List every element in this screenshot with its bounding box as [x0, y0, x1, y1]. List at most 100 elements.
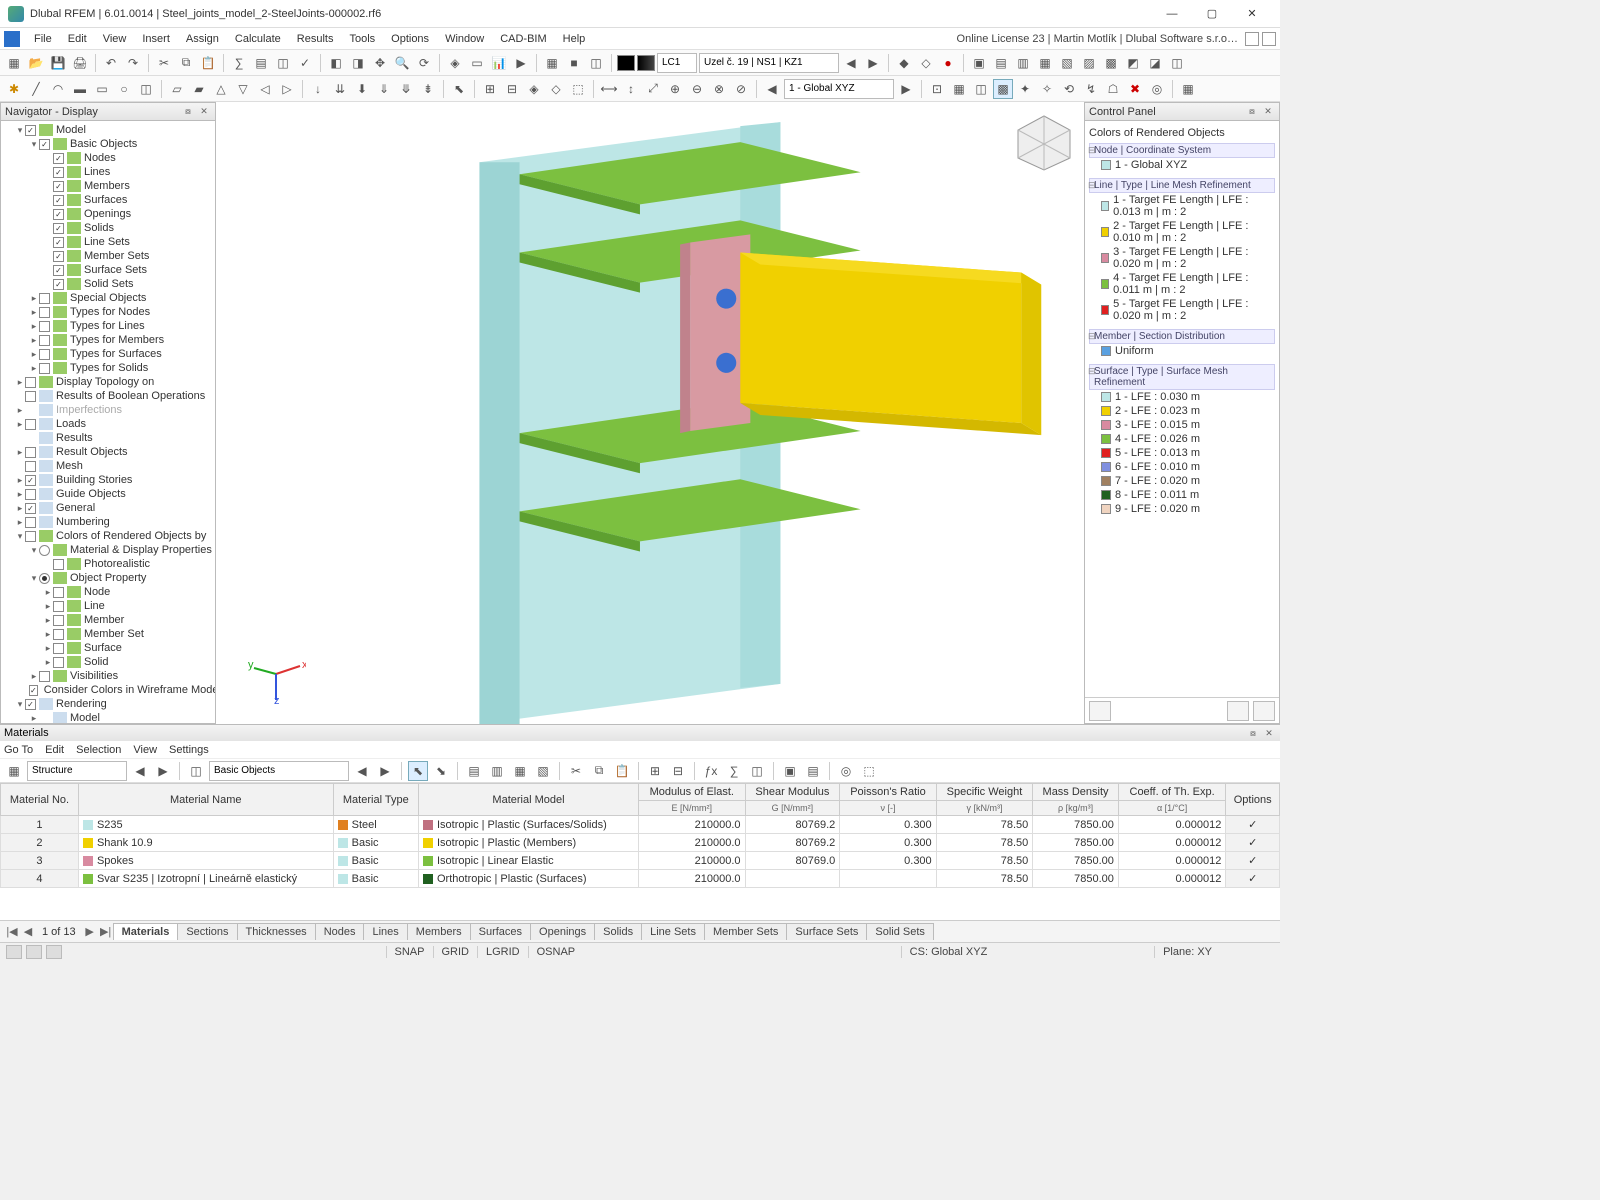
- t1b-icon[interactable]: ◇: [916, 53, 936, 73]
- coord-system-dropdown[interactable]: 1 - Global XYZ: [784, 79, 894, 99]
- mt-g-icon[interactable]: 📋: [612, 761, 632, 781]
- cs-next-icon[interactable]: ▶: [896, 79, 916, 99]
- delete-icon[interactable]: ✖: [1125, 79, 1145, 99]
- tree-node[interactable]: ▸Result Objects: [1, 445, 215, 459]
- menu-options[interactable]: Options: [383, 31, 437, 47]
- sb-eye-icon[interactable]: [26, 945, 42, 959]
- lgrid-toggle[interactable]: LGRID: [477, 946, 528, 958]
- tree-node[interactable]: Solids: [1, 221, 215, 235]
- e6-icon[interactable]: ✧: [1037, 79, 1057, 99]
- t1j-icon[interactable]: ▩: [1101, 53, 1121, 73]
- g5-icon[interactable]: ⬚: [568, 79, 588, 99]
- print-icon[interactable]: 🖨: [70, 53, 90, 73]
- tab-member-sets[interactable]: Member Sets: [704, 923, 787, 940]
- move-icon[interactable]: ✥: [370, 53, 390, 73]
- l2-icon[interactable]: ⇊: [330, 79, 350, 99]
- g2-icon[interactable]: ⊟: [502, 79, 522, 99]
- d4-icon[interactable]: ⊕: [665, 79, 685, 99]
- tree-node[interactable]: ▸Types for Solids: [1, 361, 215, 375]
- t1h-icon[interactable]: ▧: [1057, 53, 1077, 73]
- menu-insert[interactable]: Insert: [134, 31, 178, 47]
- mt-c-icon[interactable]: ▦: [510, 761, 530, 781]
- tree-node[interactable]: ▸Surface: [1, 641, 215, 655]
- node-tool-icon[interactable]: ✱: [4, 79, 24, 99]
- mt-j-icon[interactable]: ∑: [724, 761, 744, 781]
- tree-node[interactable]: Members: [1, 179, 215, 193]
- t1i-icon[interactable]: ▨: [1079, 53, 1099, 73]
- solid-icon[interactable]: ■: [564, 53, 584, 73]
- navigator-tree[interactable]: ▾Model▾Basic ObjectsNodesLinesMembersSur…: [1, 121, 215, 723]
- tree-node[interactable]: ▸Line: [1, 599, 215, 613]
- cp-group-header[interactable]: Member | Section Distribution: [1089, 329, 1275, 344]
- mt-a-icon[interactable]: ▤: [464, 761, 484, 781]
- tree-node[interactable]: ▸Member: [1, 613, 215, 627]
- tab-materials[interactable]: Materials: [113, 923, 179, 940]
- wf-icon[interactable]: ▦: [542, 53, 562, 73]
- e9-icon[interactable]: ☖: [1103, 79, 1123, 99]
- mat-menu-settings[interactable]: Settings: [169, 744, 209, 756]
- calc-icon[interactable]: ∑: [229, 53, 249, 73]
- d1-icon[interactable]: ⟷: [599, 79, 619, 99]
- line-tool-icon[interactable]: ╱: [26, 79, 46, 99]
- menu-assign[interactable]: Assign: [178, 31, 227, 47]
- g4-icon[interactable]: ◇: [546, 79, 566, 99]
- zoom-icon[interactable]: 🔍: [392, 53, 412, 73]
- mat-menu-view[interactable]: View: [133, 744, 157, 756]
- sel-tool-icon[interactable]: ⬉: [449, 79, 469, 99]
- mt-fx-icon[interactable]: ƒx: [701, 761, 721, 781]
- tree-node[interactable]: Mesh: [1, 459, 215, 473]
- tree-node[interactable]: ▾Basic Objects: [1, 137, 215, 151]
- table-icon[interactable]: ▤: [251, 53, 271, 73]
- t1f-icon[interactable]: ▥: [1013, 53, 1033, 73]
- d3-icon[interactable]: ⤢: [643, 79, 663, 99]
- tab-surface-sets[interactable]: Surface Sets: [786, 923, 867, 940]
- tree-node[interactable]: ▸Types for Nodes: [1, 305, 215, 319]
- navigator-pin-icon[interactable]: ⧇: [181, 105, 195, 119]
- tree-node[interactable]: ▸Node: [1, 585, 215, 599]
- tab-thicknesses[interactable]: Thicknesses: [237, 923, 316, 940]
- undo-icon[interactable]: ↶: [101, 53, 121, 73]
- arc-tool-icon[interactable]: ◠: [48, 79, 68, 99]
- results-icon[interactable]: 📊: [489, 53, 509, 73]
- animate-icon[interactable]: ▶: [511, 53, 531, 73]
- next-lc-icon[interactable]: ▶: [863, 53, 883, 73]
- e7-icon[interactable]: ⟲: [1059, 79, 1079, 99]
- tree-node[interactable]: Results: [1, 431, 215, 445]
- tree-node[interactable]: ▾Colors of Rendered Objects by: [1, 529, 215, 543]
- s2-icon[interactable]: ▰: [189, 79, 209, 99]
- cp-list-icon[interactable]: [1089, 701, 1111, 721]
- table-row[interactable]: 4 Svar S235 | Izotropní | Lineárně elast…: [1, 870, 1280, 888]
- e8-icon[interactable]: ↯: [1081, 79, 1101, 99]
- member-tool-icon[interactable]: ▬: [70, 79, 90, 99]
- mt-n2-icon[interactable]: ▶: [375, 761, 395, 781]
- e1-icon[interactable]: ⊡: [927, 79, 947, 99]
- tab-solid-sets[interactable]: Solid Sets: [866, 923, 934, 940]
- tree-node[interactable]: ▸Loads: [1, 417, 215, 431]
- color1-swatch[interactable]: [617, 55, 635, 71]
- tree-node[interactable]: Nodes: [1, 151, 215, 165]
- mat-menu-go-to[interactable]: Go To: [4, 744, 33, 756]
- objects-dropdown[interactable]: Basic Objects: [209, 761, 349, 781]
- s4-icon[interactable]: ▽: [233, 79, 253, 99]
- sb-cam-icon[interactable]: [46, 945, 62, 959]
- tree-node[interactable]: Surfaces: [1, 193, 215, 207]
- tree-node[interactable]: ▸Types for Members: [1, 333, 215, 347]
- tree-node[interactable]: ▸Imperfections: [1, 403, 215, 417]
- tree-node[interactable]: Photorealistic: [1, 557, 215, 571]
- tree-node[interactable]: ▸Model: [1, 711, 215, 723]
- mt-o-icon[interactable]: ⬚: [859, 761, 879, 781]
- addon-icon[interactable]: ◫: [273, 53, 293, 73]
- trans-icon[interactable]: ◫: [586, 53, 606, 73]
- tab-nodes[interactable]: Nodes: [315, 923, 365, 940]
- tree-node[interactable]: Member Sets: [1, 249, 215, 263]
- l1-icon[interactable]: ↓: [308, 79, 328, 99]
- cp-group-header[interactable]: Surface | Type | Surface Mesh Refinement: [1089, 364, 1275, 390]
- table-row[interactable]: 3 Spokes Basic Isotropic | Linear Elasti…: [1, 852, 1280, 870]
- view-cube[interactable]: [1014, 112, 1074, 172]
- menu-window[interactable]: Window: [437, 31, 492, 47]
- surf-tool-icon[interactable]: ▭: [92, 79, 112, 99]
- table-row[interactable]: 1 S235 Steel Isotropic | Plastic (Surfac…: [1, 816, 1280, 834]
- tab-sections[interactable]: Sections: [177, 923, 237, 940]
- cp-opt2-icon[interactable]: [1253, 701, 1275, 721]
- t1m-icon[interactable]: ◫: [1167, 53, 1187, 73]
